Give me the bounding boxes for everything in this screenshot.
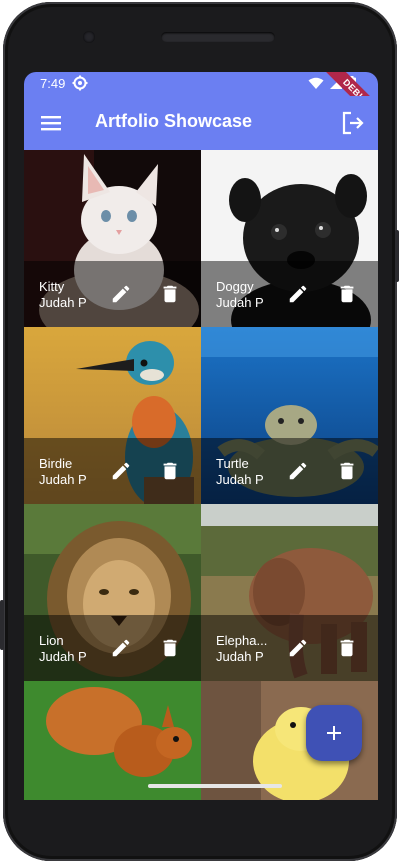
artwork-owner: Judah P (216, 649, 264, 664)
home-indicator[interactable] (148, 784, 282, 788)
plus-icon (327, 726, 341, 740)
artwork-owner: Judah P (39, 649, 87, 664)
trash-icon[interactable] (336, 283, 358, 305)
pencil-icon[interactable] (110, 283, 132, 305)
status-time: 7:49 (40, 76, 66, 91)
artwork-owner: Judah P (39, 472, 87, 487)
front-camera (83, 31, 95, 43)
artwork-owner: Judah P (216, 472, 264, 487)
trash-icon[interactable] (336, 460, 358, 482)
artwork-tile[interactable] (24, 681, 201, 800)
tile-footer: Doggy Judah P (201, 261, 378, 327)
trash-icon[interactable] (336, 637, 358, 659)
artwork-tile[interactable]: Doggy Judah P (201, 150, 378, 327)
artwork-owner: Judah P (39, 295, 87, 310)
trash-icon[interactable] (159, 283, 181, 305)
artwork-tile[interactable]: Birdie Judah P (24, 327, 201, 504)
status-bar: 7:49 DEBUG (24, 72, 378, 130)
pencil-icon[interactable] (287, 283, 309, 305)
gear-icon (72, 75, 88, 91)
add-artwork-button[interactable] (306, 705, 362, 761)
squirrel-image (24, 681, 201, 800)
artwork-title: Birdie (39, 456, 73, 471)
artwork-tile[interactable]: Elepha... Judah P (201, 504, 378, 681)
app-screen: 7:49 DEBUG Artfolio Showcase Kitty Judah… (24, 72, 378, 800)
pencil-icon[interactable] (110, 637, 132, 659)
tile-footer: Elepha... Judah P (201, 615, 378, 681)
artwork-title: Lion (39, 633, 64, 648)
trash-icon[interactable] (159, 637, 181, 659)
artwork-owner: Judah P (216, 295, 264, 310)
artwork-tile[interactable]: Lion Judah P (24, 504, 201, 681)
artwork-grid: Kitty Judah P Doggy Judah P Birdie Judah… (24, 150, 378, 800)
tile-footer: Turtle Judah P (201, 438, 378, 504)
tile-footer: Lion Judah P (24, 615, 201, 681)
artwork-title: Turtle (216, 456, 249, 471)
artwork-title: Kitty (39, 279, 65, 294)
wifi-icon (308, 77, 324, 89)
pencil-icon[interactable] (287, 460, 309, 482)
logout-icon[interactable] (340, 110, 366, 136)
hamburger-menu-icon[interactable] (38, 111, 64, 135)
earpiece-speaker (161, 32, 275, 42)
artwork-tile[interactable]: Turtle Judah P (201, 327, 378, 504)
tile-footer: Kitty Judah P (24, 261, 201, 327)
trash-icon[interactable] (159, 460, 181, 482)
power-button (0, 600, 4, 650)
app-title: Artfolio Showcase (95, 111, 253, 131)
artwork-tile[interactable]: Kitty Judah P (24, 150, 201, 327)
app-bar: Artfolio Showcase (24, 96, 378, 150)
pencil-icon[interactable] (287, 637, 309, 659)
volume-button (395, 230, 399, 282)
artwork-title: Elepha... (216, 633, 268, 648)
artwork-title: Doggy (216, 279, 254, 294)
pencil-icon[interactable] (110, 460, 132, 482)
tile-footer: Birdie Judah P (24, 438, 201, 504)
